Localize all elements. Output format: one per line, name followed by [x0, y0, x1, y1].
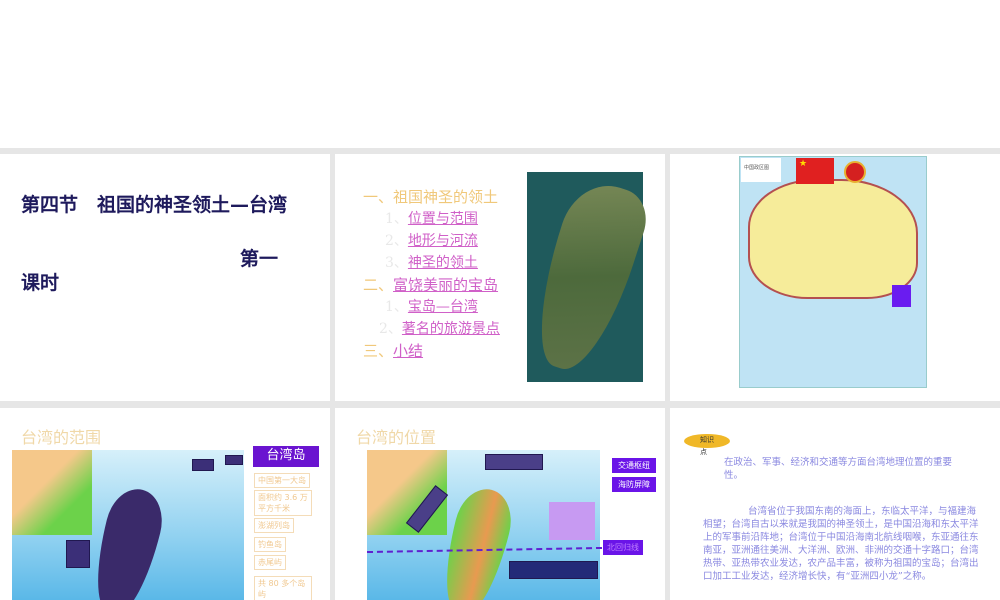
slide-thumbnail-5[interactable]: 台湾的位置 交通枢纽 海防屏障 北回归线	[335, 408, 665, 600]
body-paragraph: 台湾省位于我国东南的海面上，东临太平洋，与福建海相望；台湾自古以来就是我国的神圣…	[703, 506, 979, 582]
label-cover	[509, 561, 598, 579]
toc-num: 二、	[363, 276, 394, 294]
toc-item: 2、著名的旅游景点	[363, 318, 500, 340]
toc-item: 2、地形与河流	[363, 230, 500, 252]
toc-link[interactable]: 地形与河流	[408, 233, 478, 249]
tag[interactable]: 中国第一大岛	[254, 473, 310, 488]
tag[interactable]: 赤尾屿	[254, 555, 286, 570]
taiwan-island	[434, 483, 519, 600]
tag[interactable]: 澎湖列岛	[254, 518, 294, 533]
taiwan-highlight	[892, 285, 911, 307]
slide-thumbnail-2[interactable]: 一、祖国神圣的领土 1、位置与范围 2、地形与河流 3、神圣的领土 二、富饶美丽…	[335, 154, 665, 401]
toc-link[interactable]: 位置与范围	[408, 211, 478, 227]
tag[interactable]: 钓鱼岛	[254, 537, 286, 552]
tag[interactable]: 交通枢纽	[612, 458, 656, 473]
knowledge-badge-cont: 点	[700, 448, 707, 456]
map-label: 中国政区图	[741, 158, 781, 182]
taiwan-island	[85, 483, 170, 600]
satellite-image	[519, 172, 655, 382]
china-flag-icon: ★	[796, 158, 834, 184]
taiwan-location-map	[367, 450, 600, 600]
key-point-text: 在政治、军事、经济和交通等方面台湾地理位置的重要性。	[724, 457, 953, 481]
label-cover	[192, 459, 214, 471]
national-emblem-icon	[844, 161, 866, 183]
tropic-label[interactable]: 北回归线	[603, 540, 643, 555]
label-cover	[485, 454, 543, 470]
toc-item: 1、位置与范围	[363, 208, 500, 230]
toc-num: 2、	[379, 321, 402, 337]
tag[interactable]: 共 80 多个岛屿	[254, 576, 312, 600]
table-of-contents: 一、祖国神圣的领土 1、位置与范围 2、地形与河流 3、神圣的领土 二、富饶美丽…	[363, 186, 500, 362]
toc-num: 3、	[385, 255, 408, 271]
toc-label: 祖国神圣的领土	[393, 188, 499, 206]
slide-subtitle-cont: 课时	[21, 272, 60, 294]
toc-num: 三、	[363, 342, 394, 360]
taiwan-range-map	[12, 450, 244, 600]
toc-item: 3、神圣的领土	[363, 252, 500, 274]
label-cover	[66, 540, 90, 568]
china-territory	[748, 179, 918, 299]
toc-link[interactable]: 宝岛—台湾	[408, 299, 478, 315]
toc-link[interactable]: 神圣的领土	[408, 255, 478, 271]
penghu-highlight	[549, 502, 595, 540]
taiwan-island-image	[519, 174, 655, 380]
tag-taiwan-island[interactable]: 台湾岛	[253, 446, 319, 467]
toc-link[interactable]: 小结	[393, 342, 423, 360]
slide-subtitle: 第一	[240, 248, 279, 270]
toc-item: 1、宝岛—台湾	[363, 296, 500, 318]
toc-link[interactable]: 富饶美丽的宝岛	[393, 276, 498, 294]
slide-title: 台湾的位置	[356, 428, 437, 447]
toc-item: 二、富饶美丽的宝岛	[363, 274, 500, 296]
toc-num: 2、	[385, 233, 408, 249]
toc-link[interactable]: 著名的旅游景点	[402, 321, 500, 337]
fujian-land	[12, 450, 92, 535]
slide-title: 台湾的范围	[21, 428, 102, 447]
toc-num: 1、	[385, 299, 408, 315]
toc-num: 1、	[385, 211, 408, 227]
china-map: 中国政区图 ★	[739, 156, 927, 388]
slide-thumbnail-6[interactable]: 知识 点 在政治、军事、经济和交通等方面台湾地理位置的重要性。 台湾省位于我国东…	[670, 408, 1000, 600]
slide-thumbnail-4[interactable]: 台湾的范围 台湾岛 中国第一大岛 面积约 3.6 万平方千米 澎湖列岛 钓鱼岛 …	[0, 408, 330, 600]
toc-item: 一、祖国神圣的领土	[363, 186, 500, 208]
tag[interactable]: 面积约 3.6 万平方千米	[254, 490, 312, 516]
slide-thumbnail-1[interactable]: 第四节 祖国的神圣领土—台湾 第一 课时	[0, 154, 330, 401]
toc-item: 三、小结	[363, 340, 500, 362]
toc-num: 一、	[363, 188, 394, 206]
label-cover	[225, 455, 243, 465]
slide-thumbnail-3[interactable]: 中国政区图 ★	[670, 154, 1000, 401]
slide-title: 第四节 祖国的神圣领土—台湾	[21, 194, 288, 216]
knowledge-badge: 知识	[684, 434, 730, 448]
tag[interactable]: 海防屏障	[612, 477, 656, 492]
